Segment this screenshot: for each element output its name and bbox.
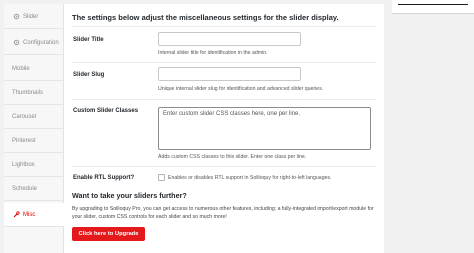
misc-settings-panel: The settings below adjust the miscellane… — [64, 4, 384, 253]
wrench-icon — [12, 211, 20, 219]
sidebar-item-mobile[interactable]: Mobile — [4, 57, 64, 81]
divider — [72, 26, 376, 27]
sidebar-item-label: Configuration — [23, 39, 59, 46]
sidebar-item-label: Thumbnails — [12, 89, 44, 96]
rtl-support-checkbox[interactable] — [158, 174, 165, 181]
divider — [72, 166, 376, 167]
rtl-support-label: Enable RTL Support? — [73, 175, 135, 181]
sidebar-item-label: Lightbox — [12, 161, 35, 168]
sidebar-item-label: Schedule — [12, 185, 38, 192]
slider-slug-input[interactable] — [158, 67, 301, 81]
divider — [72, 99, 376, 100]
slider-title-input[interactable] — [158, 32, 301, 46]
sidebar-item-pinterest[interactable]: Pinterest — [4, 129, 64, 153]
slider-title-help: Internal slider title for identification… — [158, 50, 268, 56]
upgrade-button[interactable]: Click here to Upgrade — [72, 227, 145, 241]
custom-classes-help: Adds custom CSS classes to this slider. … — [158, 154, 307, 160]
sidebar-item-configuration[interactable]: Configuration — [4, 31, 64, 55]
sidebar-item-label: Pinterest — [12, 137, 36, 144]
upgrade-promo-text: By upgrading to Soliloquy Pro, you can g… — [72, 206, 374, 220]
gear-icon — [12, 39, 20, 47]
sidebar-item-label: Mobile — [12, 65, 30, 72]
divider — [72, 62, 376, 63]
sidebar-item-lightbox[interactable]: Lightbox — [4, 153, 64, 177]
custom-classes-textarea[interactable] — [158, 107, 371, 150]
sidebar-item-label: Carousel — [12, 113, 37, 120]
rtl-support-help: Enables or disables RTL support in Solil… — [168, 175, 332, 181]
sidebar-item-label: Slider — [23, 13, 39, 20]
sidebar-item-misc[interactable]: Misc — [4, 203, 65, 227]
sidebar-item-thumbnails[interactable]: Thumbnails — [4, 81, 64, 105]
custom-classes-label: Custom Slider Classes — [73, 108, 139, 114]
panel-heading: The settings below adjust the miscellane… — [72, 13, 339, 22]
slider-slug-label: Slider Slug — [73, 72, 105, 78]
settings-sidebar: Slider Configuration Mobile Thumbnails C… — [4, 4, 65, 253]
sidebar-item-label: Misc — [23, 211, 36, 218]
sidebar-item-schedule[interactable]: Schedule — [4, 177, 64, 201]
gear-icon — [12, 13, 20, 21]
sidebar-item-carousel[interactable]: Carousel — [4, 105, 64, 129]
page-background-right — [384, 0, 474, 253]
sidebar-item-slider[interactable]: Slider — [4, 5, 64, 29]
overlay-panel — [392, 0, 474, 14]
overlay-panel-bar — [398, 4, 468, 6]
upgrade-promo-title: Want to take your sliders further? — [72, 191, 187, 200]
slider-slug-help: Unique internal slider slug for identifi… — [158, 86, 324, 92]
slider-title-label: Slider Title — [73, 37, 104, 43]
